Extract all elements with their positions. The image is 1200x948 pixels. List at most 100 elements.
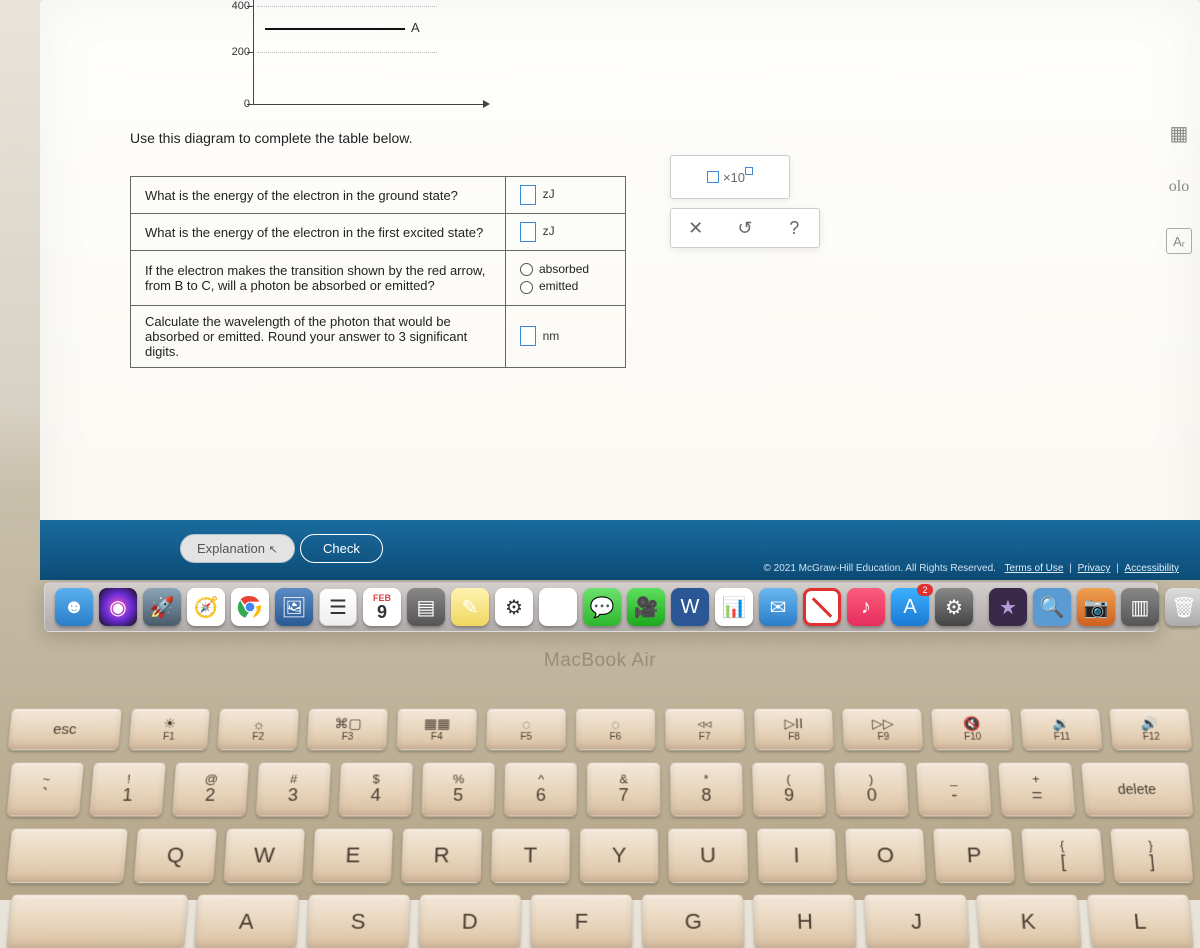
key-2[interactable]: @2 xyxy=(172,762,248,816)
label-absorbed: absorbed xyxy=(539,262,589,276)
key-=[interactable]: += xyxy=(998,762,1075,816)
key-6[interactable]: ^6 xyxy=(504,762,577,816)
key-a[interactable]: A xyxy=(194,894,299,948)
explanation-button[interactable]: Explanation ↖ xyxy=(180,534,295,563)
key-esc[interactable]: esc xyxy=(7,708,121,750)
key-s[interactable]: S xyxy=(306,894,410,948)
clear-button[interactable]: ✕ xyxy=(683,215,709,241)
periodic-table-icon[interactable]: olo xyxy=(1166,174,1192,200)
key-e[interactable]: E xyxy=(312,828,393,883)
key-j[interactable]: J xyxy=(864,894,969,948)
check-button[interactable]: Check xyxy=(300,534,383,563)
system-preferences-icon[interactable]: ⚙ xyxy=(935,588,973,626)
key-f12[interactable]: 🔊F12 xyxy=(1109,708,1192,750)
key-f1[interactable]: ☀F1 xyxy=(128,708,210,750)
unit-zj: zJ xyxy=(543,187,555,201)
key-d[interactable]: D xyxy=(418,894,521,948)
key-w[interactable]: W xyxy=(223,828,305,883)
accessibility-link[interactable]: Accessibility xyxy=(1125,563,1179,574)
key-tab[interactable] xyxy=(6,828,128,883)
key-o[interactable]: O xyxy=(845,828,926,883)
app-icon[interactable]: ⚙ xyxy=(495,588,533,626)
siri-icon[interactable]: ◉ xyxy=(99,588,137,626)
key-f9[interactable]: ▷▷F9 xyxy=(842,708,923,750)
photos-icon[interactable]: ✿ xyxy=(539,588,577,626)
bottom-bar: Explanation ↖ Check © 2021 McGraw-Hill E… xyxy=(40,520,1200,580)
key-h[interactable]: H xyxy=(753,894,857,948)
key-r[interactable]: R xyxy=(401,828,481,883)
chrome-icon[interactable] xyxy=(231,588,269,626)
terms-link[interactable]: Terms of Use xyxy=(1005,563,1064,574)
input-excited-energy[interactable] xyxy=(520,222,536,242)
key-q[interactable]: Q xyxy=(134,828,217,883)
finder-icon[interactable]: ☻ xyxy=(55,588,93,626)
music-icon[interactable]: ♪ xyxy=(847,588,885,626)
appstore-icon[interactable]: A xyxy=(891,588,929,626)
key-k[interactable]: K xyxy=(976,894,1082,948)
key-3[interactable]: #3 xyxy=(255,762,331,816)
key-f2[interactable]: ☼F2 xyxy=(218,708,300,750)
key-f[interactable]: F xyxy=(530,894,632,948)
input-wavelength[interactable] xyxy=(520,326,536,346)
trash-icon[interactable]: 🗑 xyxy=(1165,588,1200,626)
key-f10[interactable]: 🔇F10 xyxy=(931,708,1013,750)
facetime-icon[interactable]: 🎥 xyxy=(627,588,665,626)
privacy-link[interactable]: Privacy xyxy=(1078,563,1111,574)
key-7[interactable]: &7 xyxy=(587,762,660,816)
key-f7[interactable]: ◃◃F7 xyxy=(665,708,745,750)
photobooth-icon[interactable]: 📷 xyxy=(1077,588,1115,626)
key-f8[interactable]: ▷IIF8 xyxy=(754,708,835,750)
key-bracket[interactable]: {[ xyxy=(1021,828,1104,883)
messages-icon[interactable]: 💬 xyxy=(583,588,621,626)
key-delete[interactable]: delete xyxy=(1081,762,1194,816)
radio-absorbed[interactable] xyxy=(520,263,533,276)
key-f11[interactable]: 🔉F11 xyxy=(1020,708,1103,750)
app-icon[interactable]: 🔍 xyxy=(1033,588,1071,626)
key-g[interactable]: G xyxy=(642,894,745,948)
key-0[interactable]: )0 xyxy=(834,762,909,816)
key-5[interactable]: %5 xyxy=(421,762,495,816)
safari-icon[interactable]: 🧭 xyxy=(187,588,225,626)
key-l[interactable]: L xyxy=(1087,894,1194,948)
key-y[interactable]: Y xyxy=(580,828,659,883)
help-button[interactable]: ? xyxy=(781,215,807,241)
unit-nm: nm xyxy=(543,329,560,343)
key-f5[interactable]: ◌F5 xyxy=(486,708,566,750)
app-icon[interactable]: ▥ xyxy=(1121,588,1159,626)
key-capslock[interactable] xyxy=(6,894,187,948)
constants-icon[interactable]: Aᵣ xyxy=(1166,228,1192,254)
reminders-icon[interactable]: ☰ xyxy=(319,588,357,626)
key-9[interactable]: (9 xyxy=(752,762,826,816)
table-row: Calculate the wavelength of the photon t… xyxy=(131,305,626,367)
mail-icon[interactable]: ✉ xyxy=(759,588,797,626)
calendar-icon[interactable]: FEB9 xyxy=(363,588,401,626)
launchpad-icon[interactable]: 🚀 xyxy=(143,588,181,626)
imovie-icon[interactable]: ★ xyxy=(989,588,1027,626)
prompt-absorb-emit: If the electron makes the transition sho… xyxy=(131,251,506,306)
sci-notation-tool[interactable]: ×10 xyxy=(670,155,790,199)
key-`[interactable]: ~` xyxy=(6,762,84,816)
calculator-icon[interactable]: ▦ xyxy=(1166,120,1192,146)
input-ground-energy[interactable] xyxy=(520,185,536,205)
key--[interactable]: _- xyxy=(916,762,992,816)
key-f4[interactable]: ▦▦F4 xyxy=(397,708,477,750)
key-8[interactable]: *8 xyxy=(670,762,744,816)
key-f6[interactable]: ◌F6 xyxy=(576,708,655,750)
key-t[interactable]: T xyxy=(491,828,570,883)
blocked-icon[interactable] xyxy=(803,588,841,626)
radio-emitted[interactable] xyxy=(520,281,533,294)
chart-app-icon[interactable]: 📊 xyxy=(715,588,753,626)
key-u[interactable]: U xyxy=(668,828,748,883)
key-f3[interactable]: ⌘▢F3 xyxy=(307,708,388,750)
preview-icon[interactable]: 🖼 xyxy=(275,588,313,626)
instruction-text: Use this diagram to complete the table b… xyxy=(130,130,1160,146)
notes-icon[interactable]: ✎ xyxy=(451,588,489,626)
key-4[interactable]: $4 xyxy=(338,762,413,816)
key-p[interactable]: P xyxy=(933,828,1015,883)
key-bracket[interactable]: }] xyxy=(1110,828,1194,883)
undo-button[interactable]: ↺ xyxy=(732,215,758,241)
key-i[interactable]: I xyxy=(757,828,838,883)
word-icon[interactable]: W xyxy=(671,588,709,626)
key-1[interactable]: !1 xyxy=(89,762,166,816)
app-icon[interactable]: ▤ xyxy=(407,588,445,626)
